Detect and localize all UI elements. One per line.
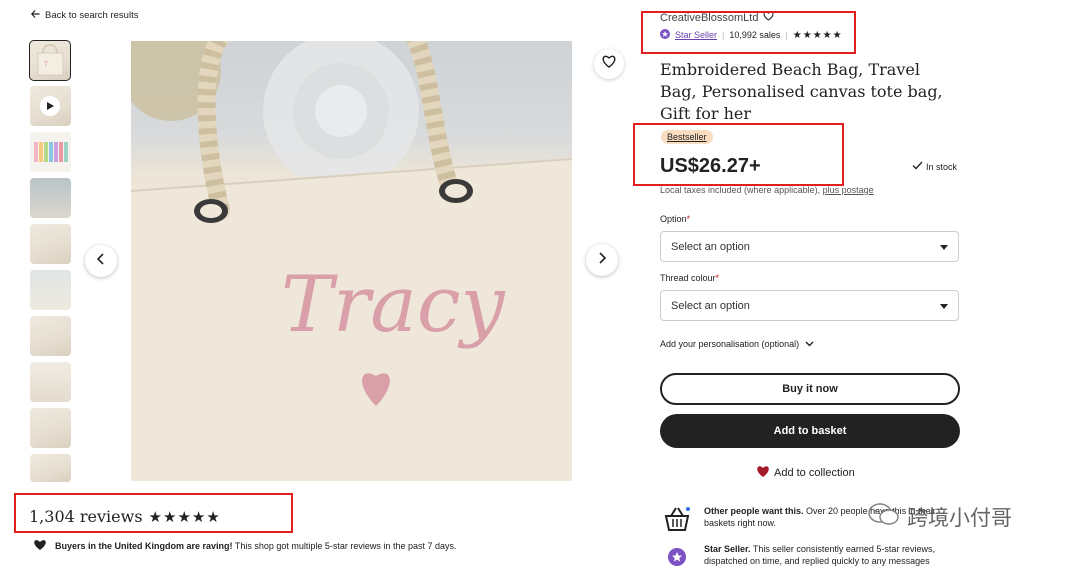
add-to-basket-button[interactable]: Add to basket (660, 414, 960, 448)
play-icon (40, 96, 60, 116)
option-label: Option* (660, 214, 690, 224)
personalisation-label: Add your personalisation (optional) (660, 339, 800, 349)
thumbnail-item[interactable] (30, 408, 71, 448)
buy-it-now-button[interactable]: Buy it now (660, 373, 960, 405)
previous-image-button[interactable] (85, 245, 117, 277)
check-icon (912, 161, 923, 172)
stock-status: In stock (912, 161, 957, 172)
thread-select-value: Select an option (671, 299, 750, 312)
thumbnail-item[interactable] (30, 270, 71, 310)
watermark-text: 跨境小付哥 (907, 507, 1012, 530)
add-to-collection-label: Add to collection (774, 467, 855, 479)
heart-outline-icon (602, 55, 616, 73)
thumbnail-item[interactable] (30, 362, 71, 402)
raving-bold: Buyers in the United Kingdom are raving! (55, 541, 233, 551)
star-seller-text: Star Seller. This seller consistently ea… (704, 544, 935, 566)
option-select[interactable]: Select an option (660, 231, 959, 262)
taxes-text: Local taxes included (where applicable), (660, 185, 821, 195)
thumbnail-item[interactable] (30, 454, 71, 482)
caret-down-icon (940, 300, 948, 312)
watermark: 跨境小付哥 (867, 502, 1012, 532)
raving-banner: Buyers in the United Kingdom are raving!… (33, 539, 456, 553)
star-seller-icon (663, 543, 691, 573)
caret-down-icon (940, 241, 948, 253)
highlight-box-shop (641, 11, 856, 54)
thumbnail-item[interactable] (30, 316, 71, 356)
highlight-box-price (633, 123, 844, 186)
heart-filled-icon (756, 465, 770, 481)
add-to-collection-button[interactable]: Add to collection (756, 465, 855, 481)
thumbnail-video[interactable] (30, 86, 71, 126)
thumbnail-item[interactable] (30, 132, 71, 172)
highlight-box-reviews (14, 493, 293, 533)
thumbnail-strip: T (29, 40, 73, 488)
chevron-down-icon (805, 339, 814, 349)
svg-text:T: T (44, 61, 48, 68)
thumbnail-item[interactable]: T (29, 40, 71, 81)
taxes-note: Local taxes included (where applicable),… (660, 185, 874, 195)
personalisation-toggle[interactable]: Add your personalisation (optional) (660, 339, 814, 349)
highlight-star-seller: Star Seller. This seller consistently ea… (663, 543, 954, 573)
required-mark: * (715, 273, 720, 283)
favourite-button[interactable] (594, 49, 624, 79)
postage-link[interactable]: plus postage (823, 185, 874, 195)
option-select-value: Select an option (671, 240, 750, 253)
stock-label: In stock (926, 161, 958, 172)
thumbnail-item[interactable] (30, 178, 71, 218)
thread-label-text: Thread colour (660, 273, 716, 283)
option-label-text: Option (660, 214, 687, 224)
chevron-left-icon (96, 252, 106, 270)
back-to-search-link[interactable]: Back to search results (30, 10, 139, 21)
embroidered-name: Tracy (281, 260, 505, 350)
thumbnail-item[interactable] (30, 224, 71, 264)
product-photo: Tracy (131, 41, 572, 481)
wechat-icon (867, 502, 901, 532)
thread-colour-select[interactable]: Select an option (660, 290, 959, 321)
raving-text: This shop got multiple 5-star reviews in… (234, 541, 457, 551)
listing-title: Embroidered Beach Bag, Travel Bag, Perso… (660, 60, 943, 123)
chevron-right-icon (597, 251, 607, 269)
next-image-button[interactable] (586, 244, 618, 276)
buy-it-now-label: Buy it now (782, 383, 838, 395)
required-mark: * (686, 214, 691, 224)
arrow-left-icon (30, 10, 40, 21)
back-link-label: Back to search results (45, 10, 139, 21)
heart-sparkle-icon (33, 539, 47, 553)
basket-icon (663, 505, 691, 535)
add-to-basket-label: Add to basket (773, 425, 847, 437)
thread-colour-label: Thread colour* (660, 273, 719, 283)
